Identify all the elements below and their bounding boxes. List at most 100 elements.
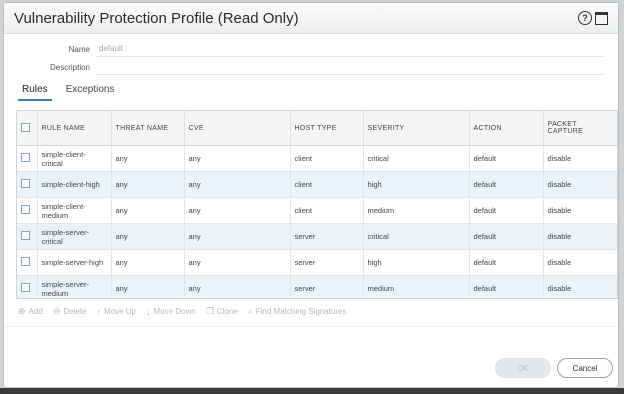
- name-row: Name default: [4, 41, 604, 57]
- threat-name-cell: any: [111, 275, 185, 298]
- cancel-button[interactable]: Cancel: [557, 358, 613, 378]
- threat-name-cell: any: [111, 223, 185, 250]
- rule-name-cell[interactable]: simple-client-medium: [37, 197, 112, 224]
- ok-button[interactable]: OK: [495, 358, 551, 378]
- threat-name-cell: any: [111, 197, 185, 224]
- packet-capture-cell: disable: [543, 223, 617, 250]
- dialog-title: Vulnerability Protection Profile (Read O…: [14, 9, 299, 27]
- find-label: Find Matching Signatures: [255, 307, 347, 316]
- tab-rules[interactable]: Rules: [18, 82, 52, 101]
- delete-label: Delete: [63, 307, 87, 316]
- col-severity[interactable]: SEVERITY: [363, 111, 470, 146]
- tab-exceptions[interactable]: Exceptions: [62, 82, 119, 101]
- rule-name-cell[interactable]: simple-client-critical: [37, 145, 112, 172]
- host-type-cell: client: [290, 171, 364, 198]
- severity-cell: critical: [363, 223, 470, 250]
- move-down-button[interactable]: ↓ Move Down: [146, 306, 196, 317]
- delete-button[interactable]: ⊖ Delete: [53, 306, 87, 317]
- add-button[interactable]: ⊕ Add: [18, 306, 43, 317]
- severity-cell: high: [363, 171, 470, 198]
- add-label: Add: [28, 307, 43, 316]
- rules-grid: RULE NAME THREAT NAME CVE HOST TYPE SEVE…: [16, 110, 618, 299]
- table-row[interactable]: simple-server-medium any any server medi…: [17, 275, 617, 298]
- arrow-up-icon: ↑: [96, 306, 101, 317]
- description-row: Description: [4, 59, 604, 75]
- table-row[interactable]: simple-client-high any any client high d…: [17, 171, 617, 198]
- profile-tabs: Rules Exceptions: [18, 82, 119, 101]
- host-type-cell: server: [290, 223, 364, 250]
- row-checkbox[interactable]: [21, 283, 30, 292]
- table-row[interactable]: simple-server-high any any server high d…: [17, 249, 617, 276]
- rule-name-cell[interactable]: simple-server-high: [37, 249, 112, 276]
- host-type-cell: client: [290, 145, 364, 172]
- row-checkbox[interactable]: [21, 257, 30, 266]
- col-host-type[interactable]: HOST TYPE: [290, 111, 364, 146]
- table-row[interactable]: simple-server-critical any any server cr…: [17, 223, 617, 250]
- col-rule-name[interactable]: RULE NAME: [37, 111, 112, 146]
- row-checkbox[interactable]: [21, 205, 30, 214]
- arrow-down-icon: ↓: [145, 306, 151, 317]
- maximize-icon[interactable]: [595, 11, 608, 25]
- severity-cell: high: [363, 249, 470, 276]
- packet-capture-cell: disable: [543, 145, 617, 172]
- host-type-cell: client: [290, 197, 364, 224]
- select-all-checkbox[interactable]: [21, 122, 30, 132]
- clone-button[interactable]: ❐ Clone: [206, 306, 238, 317]
- action-cell: default: [469, 197, 544, 224]
- action-cell: default: [469, 249, 544, 276]
- description-label: Description: [49, 62, 90, 72]
- dialog-titlebar: Vulnerability Protection Profile (Read O…: [4, 3, 618, 34]
- table-row[interactable]: simple-client-critical any any client cr…: [17, 145, 617, 172]
- cve-cell: any: [184, 197, 291, 224]
- select-all-header[interactable]: [17, 111, 38, 146]
- cve-cell: any: [184, 275, 291, 298]
- cve-cell: any: [184, 249, 291, 276]
- description-field[interactable]: [96, 60, 604, 75]
- col-cve[interactable]: CVE: [184, 111, 291, 146]
- footer-divider: [4, 326, 618, 327]
- search-icon: ⌕: [247, 306, 253, 316]
- help-icon[interactable]: ?: [578, 11, 592, 25]
- packet-capture-cell: disable: [543, 275, 617, 298]
- severity-cell: critical: [363, 145, 470, 172]
- col-packet-capture[interactable]: PACKET CAPTURE: [543, 111, 617, 146]
- find-matching-signatures-button[interactable]: ⌕ Find Matching Signatures: [248, 306, 347, 317]
- rule-name-cell[interactable]: simple-client-high: [37, 171, 112, 198]
- move-up-label: Move Up: [103, 307, 136, 316]
- rule-name-cell[interactable]: simple-server-medium: [37, 275, 112, 298]
- packet-capture-cell: disable: [543, 171, 617, 198]
- host-type-cell: server: [290, 249, 364, 276]
- vulnerability-protection-dialog: Vulnerability Protection Profile (Read O…: [3, 2, 619, 388]
- col-threat-name[interactable]: THREAT NAME: [111, 111, 185, 146]
- severity-cell: medium: [363, 275, 470, 298]
- move-up-button[interactable]: ↑ Move Up: [96, 306, 136, 317]
- host-type-cell: server: [290, 275, 364, 298]
- action-cell: default: [469, 171, 544, 198]
- threat-name-cell: any: [111, 145, 185, 172]
- threat-name-cell: any: [111, 171, 185, 198]
- rules-toolbar: ⊕ Add ⊖ Delete ↑ Move Up ↓ Move Down ❐ C…: [18, 306, 346, 317]
- table-header-row: RULE NAME THREAT NAME CVE HOST TYPE SEVE…: [17, 111, 617, 146]
- name-label: Name: [68, 44, 90, 54]
- clone-icon: ❐: [205, 306, 214, 316]
- cve-cell: any: [184, 223, 291, 250]
- packet-capture-cell: disable: [543, 249, 617, 276]
- packet-capture-cell: disable: [543, 197, 617, 224]
- col-action[interactable]: ACTION: [469, 111, 544, 146]
- cve-cell: any: [184, 145, 291, 172]
- rule-name-cell[interactable]: simple-server-critical: [37, 223, 112, 250]
- row-checkbox[interactable]: [21, 153, 30, 162]
- severity-cell: medium: [363, 197, 470, 224]
- move-down-label: Move Down: [153, 307, 196, 316]
- plus-circle-icon: ⊕: [18, 306, 26, 316]
- action-cell: default: [469, 275, 544, 298]
- action-cell: default: [469, 145, 544, 172]
- cve-cell: any: [184, 171, 291, 198]
- bottom-edge-bar: [0, 388, 624, 394]
- name-field[interactable]: default: [96, 42, 604, 57]
- clone-label: Clone: [216, 307, 238, 316]
- table-row[interactable]: simple-client-medium any any client medi…: [17, 197, 617, 224]
- minus-circle-icon: ⊖: [52, 306, 61, 316]
- row-checkbox[interactable]: [21, 179, 30, 188]
- row-checkbox[interactable]: [21, 231, 30, 240]
